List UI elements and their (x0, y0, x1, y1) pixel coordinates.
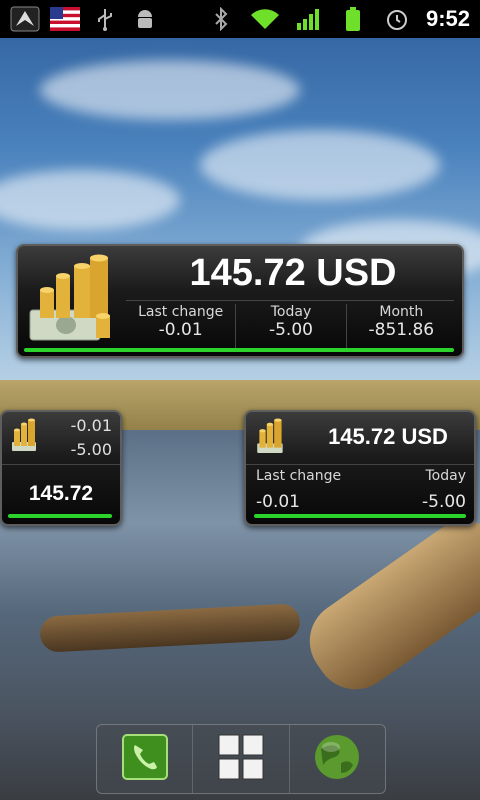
coins-money-icon (26, 254, 122, 350)
progress-bar (254, 514, 466, 518)
alarm-icon (382, 6, 412, 32)
stat-value: -851.86 (368, 320, 435, 340)
browser-globe-icon (313, 733, 361, 785)
app-drawer-button[interactable] (193, 725, 290, 793)
today-value: -5.00 (422, 492, 466, 512)
stat-label: Last change (138, 304, 224, 320)
android-debug-icon (130, 6, 160, 32)
status-bar: 9:52 (0, 0, 480, 38)
balance-value: 145.72 USD (189, 252, 397, 294)
signal-icon (294, 6, 324, 32)
balance-widget-large[interactable]: 145.72 USD Last change -0.01 Today -5.00… (16, 244, 464, 358)
today-label: Today (425, 468, 467, 484)
wifi-icon (250, 6, 280, 32)
balance-value: 145.72 (28, 482, 94, 505)
today-value: -5.00 (70, 440, 112, 459)
balance-widget-medium[interactable]: 145.72 USD Last change Today -0.01 -5.00 (244, 410, 476, 526)
stat-month: Month -851.86 (347, 304, 456, 348)
status-clock: 9:52 (425, 6, 470, 31)
browser-button[interactable] (290, 725, 385, 793)
stat-last-change: Last change -0.01 (126, 304, 237, 348)
battery-icon (338, 6, 368, 32)
stats-row: Last change -0.01 Today -5.00 Month -851… (126, 304, 456, 348)
app-drawer-icon (217, 733, 265, 785)
phone-icon (121, 733, 169, 785)
last-change-value: -0.01 (256, 492, 300, 512)
balance-value: 145.72 USD (328, 424, 448, 449)
home-dock (96, 724, 386, 794)
notification-app-icon[interactable] (10, 6, 40, 32)
stat-today: Today -5.00 (236, 304, 347, 348)
stat-label: Today (270, 304, 312, 320)
bluetooth-icon (206, 6, 236, 32)
us-flag-icon[interactable] (50, 6, 80, 32)
phone-button[interactable] (97, 725, 194, 793)
usb-icon (90, 6, 120, 32)
coins-icon (254, 418, 288, 458)
last-change-value: -0.01 (70, 416, 112, 435)
progress-bar (8, 514, 112, 518)
coins-icon (10, 418, 40, 456)
last-change-label: Last change (256, 468, 342, 484)
balance-widget-small[interactable]: -0.01 -5.00 145.72 (0, 410, 122, 526)
progress-bar (24, 348, 454, 352)
stat-label: Month (379, 304, 424, 320)
stat-value: -0.01 (158, 320, 203, 340)
stat-value: -5.00 (268, 320, 313, 340)
wallpaper (0, 0, 480, 800)
